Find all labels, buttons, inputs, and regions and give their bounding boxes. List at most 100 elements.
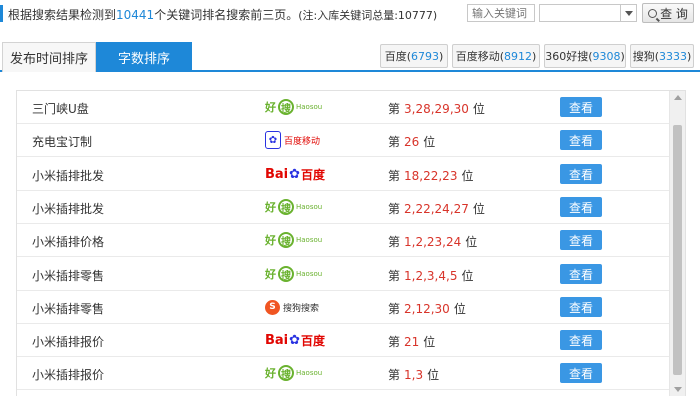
keyword-text: 小米插排零售 — [32, 302, 105, 316]
baidu-logo: Bai ✿ 百度 — [265, 329, 325, 351]
engine-name: 百度移动 — [455, 50, 500, 63]
view-button[interactable]: 查看 — [560, 230, 602, 250]
rank-positions: 第 26 位 — [388, 133, 435, 150]
rank-prefix: 第 — [388, 135, 401, 149]
logo-hao: 好 — [265, 101, 276, 114]
engine-count: 8912 — [504, 49, 532, 63]
keyword-text: 小米插排报价 — [32, 335, 105, 349]
summary-suffix: 个关键词排名搜索前三页。 — [154, 8, 299, 22]
logo-hao: 好 — [265, 234, 276, 247]
engine-count: 9308 — [592, 49, 621, 63]
table-row: 小米插排批发 好搜 Haosou 第 2,22,24,27 位 查看 — [17, 191, 669, 224]
rank-positions: 第 2,12,30 位 — [388, 300, 466, 317]
rank-prefix: 第 — [388, 169, 401, 183]
view-button[interactable]: 查看 — [560, 164, 602, 184]
rank-values: 21 — [404, 335, 420, 349]
logo-en: Haosou — [296, 236, 323, 244]
view-button[interactable]: 查看 — [560, 130, 602, 150]
tab-sort-by-time[interactable]: 发布时间排序 — [2, 42, 96, 72]
rank-values: 2,22,24,27 — [404, 202, 469, 216]
table-row: 小米插排零售 S 搜狗搜索 第 2,12,30 位 查看 — [17, 291, 669, 324]
rank-positions: 第 21 位 — [388, 333, 435, 350]
rank-suffix: 位 — [453, 302, 466, 316]
rank-values: 26 — [404, 135, 420, 149]
baidu-logo: Bai ✿ 百度 — [265, 163, 325, 185]
rank-prefix: 第 — [388, 335, 401, 349]
baidu-mobile-logo: ✿ 百度移动 — [265, 129, 320, 151]
view-button[interactable]: 查看 — [560, 297, 602, 317]
rank-positions: 第 18,22,23 位 — [388, 167, 473, 184]
logo-text: 百度移动 — [284, 136, 321, 147]
keyword-search-input[interactable] — [467, 4, 535, 22]
rank-suffix: 位 — [472, 102, 485, 116]
results-panel: 三门峡U盘好搜 Haosou 第 3,28,29,30 位查看 充电宝订制 ✿ 百度移动第 26… — [16, 90, 686, 396]
keyword-text: 三门峡U盘 — [32, 102, 89, 116]
sogou-logo: S 搜狗搜索 — [265, 296, 319, 318]
rank-prefix: 第 — [388, 302, 401, 316]
view-button[interactable]: 查看 — [560, 197, 602, 217]
logo-text: 搜狗搜索 — [283, 303, 320, 314]
keyword-text: 小米插排批发 — [32, 202, 105, 216]
rank-suffix: 位 — [427, 368, 440, 382]
rank-suffix: 位 — [461, 269, 474, 283]
rank-positions: 第 2,22,24,27 位 — [388, 200, 485, 217]
engine-filter-baidu-mobile[interactable]: 百度移动(8912) — [452, 44, 540, 68]
view-button[interactable]: 查看 — [560, 264, 602, 284]
chevron-down-icon — [625, 11, 633, 16]
logo-q: 搜 — [278, 232, 294, 248]
rank-prefix: 第 — [388, 202, 401, 216]
rank-positions: 第 1,2,23,24 位 — [388, 233, 477, 250]
search-button[interactable]: 查 询 — [642, 3, 694, 23]
rank-values: 1,2,23,24 — [404, 235, 462, 249]
search-icon — [648, 8, 658, 18]
accent-bar — [0, 5, 3, 22]
logo-q: 搜 — [278, 266, 294, 282]
table-row: 充电宝订制 ✿ 百度移动 第 26 位 查看 — [17, 124, 669, 157]
view-button[interactable]: 查看 — [560, 363, 602, 383]
logo-hao: 好 — [265, 367, 276, 380]
engine-filter-baidu[interactable]: 百度(6793) — [380, 44, 448, 68]
paw-icon: ✿ — [289, 166, 301, 182]
search-button-label: 查 询 — [660, 6, 688, 21]
select-dropdown-button[interactable] — [620, 5, 636, 21]
table-row: 小米插排报价 Bai ✿ 百度 第 21 位 查看 — [17, 324, 669, 357]
haosou-logo: 好搜 Haosou — [265, 96, 322, 118]
scrollbar-thumb[interactable] — [673, 125, 682, 375]
engine-filter-360[interactable]: 360好搜(9308) — [544, 44, 626, 68]
logo-du: 百度 — [301, 167, 326, 182]
scroll-up-arrow-icon[interactable] — [674, 95, 682, 100]
keyword-text: 充电宝订制 — [32, 135, 93, 149]
rank-suffix: 位 — [423, 135, 436, 149]
tab-sort-by-word-count[interactable]: 字数排序 — [96, 42, 192, 72]
keyword-text: 小米插排批发 — [32, 169, 105, 183]
view-button[interactable]: 查看 — [560, 330, 602, 350]
logo-bai: Bai — [265, 166, 289, 182]
logo-hao: 好 — [265, 201, 276, 214]
logo-bai: Bai — [265, 332, 289, 348]
logo-hao: 好 — [265, 268, 276, 281]
keyword-text: 小米插排价格 — [32, 235, 105, 249]
logo-q: 搜 — [278, 365, 294, 381]
table-row: 小米插排批发 Bai ✿ 百度 第 18,22,23 位 查看 — [17, 158, 669, 191]
haosou-logo: 好搜 Haosou — [265, 362, 322, 384]
engine-name: 百度 — [384, 50, 407, 63]
engine-count: 3333 — [659, 49, 687, 63]
keyword-text: 小米插排零售 — [32, 269, 105, 283]
rank-suffix: 位 — [472, 202, 485, 216]
rank-prefix: 第 — [388, 102, 401, 116]
engine-select[interactable] — [539, 4, 637, 22]
rank-prefix: 第 — [388, 235, 401, 249]
scrollbar[interactable] — [669, 91, 685, 396]
result-summary: 根据搜索结果检测到10441个关键词排名搜索前三页。(注:入库关键词总量:107… — [8, 6, 437, 23]
rank-positions: 第 3,28,29,30 位 — [388, 100, 485, 117]
rank-suffix: 位 — [423, 335, 436, 349]
paw-icon: ✿ — [289, 332, 301, 348]
sort-tabs-bar: 发布时间排序 字数排序 百度(6793) 百度移动(8912) 360好搜(93… — [0, 42, 700, 72]
view-button[interactable]: 查看 — [560, 97, 602, 117]
scroll-down-arrow-icon[interactable] — [674, 387, 682, 392]
haosou-logo: 好搜 Haosou — [265, 196, 322, 218]
engine-filter-sogou[interactable]: 搜狗(3333) — [630, 44, 694, 68]
rank-prefix: 第 — [388, 269, 401, 283]
keyword-count: 10441 — [116, 8, 155, 22]
rank-positions: 第 1,2,3,4,5 位 — [388, 267, 473, 284]
